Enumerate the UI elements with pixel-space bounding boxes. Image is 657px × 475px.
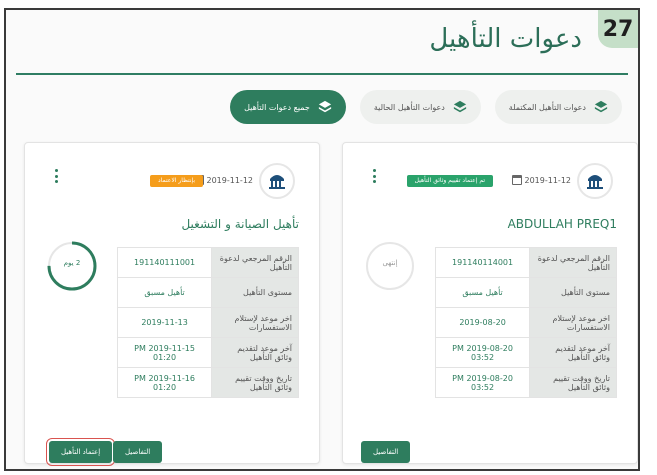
details-button[interactable]: التفاصيل bbox=[113, 441, 163, 463]
approve-qualification-button[interactable]: إعتماد التأهيل bbox=[45, 438, 116, 466]
row-label: مستوى التأهيل bbox=[211, 277, 299, 308]
row-label: الرقم المرجعي لدعوة التأهيل bbox=[529, 247, 617, 278]
table-row: مستوى التأهيل تأهيل مسبق bbox=[116, 277, 299, 308]
table-row: آخر موعد لتقديم وثائق التأهيل 2019-11-15 … bbox=[116, 337, 299, 368]
tab-label: جميع دعوات التأهيل bbox=[244, 102, 310, 112]
row-label: آخر موعد لتقديم وثائق التأهيل bbox=[211, 337, 299, 368]
row-value: 191140114001 bbox=[434, 247, 531, 278]
row-value: 2019-11-13 bbox=[116, 307, 213, 338]
progress-label: 2 يوم bbox=[63, 259, 81, 267]
info-table: الرقم المرجعي لدعوة التأهيل 191140111001 … bbox=[116, 247, 299, 398]
status-badge: بإنتظار الاعتماد bbox=[150, 175, 203, 187]
tab-current-invitations[interactable]: دعوات التأهيل الحالية bbox=[359, 90, 481, 124]
layers-icon bbox=[318, 100, 331, 113]
row-label: آخر موعد لتقديم وثائق التأهيل bbox=[529, 337, 617, 368]
row-label: تاريخ ووقت تقييم وثائق التأهيل bbox=[529, 367, 617, 398]
details-button[interactable]: التفاصيل bbox=[361, 441, 411, 463]
card-title: تأهيل الصيانة و التشغيل bbox=[181, 217, 299, 231]
tab-bar: جميع دعوات التأهيل دعوات التأهيل الحالية… bbox=[230, 90, 622, 124]
row-label: اخر موعد لإستلام الاستفسارات bbox=[211, 307, 299, 338]
calendar-icon bbox=[511, 175, 522, 185]
row-value: 2019-11-16 PM 01:20 bbox=[116, 367, 213, 398]
date-text: 2019-11-12 bbox=[206, 175, 254, 185]
row-label: اخر موعد لإستلام الاستفسارات bbox=[529, 307, 617, 338]
row-label: الرقم المرجعي لدعوة التأهيل bbox=[211, 247, 299, 278]
status-badge: تم إعتماد تقييم وثائق التأهيل bbox=[406, 175, 493, 187]
building-icon bbox=[587, 175, 603, 189]
tab-label: دعوات التأهيل المكتملة bbox=[508, 102, 586, 112]
step-badge: 27 bbox=[598, 10, 638, 48]
avatar bbox=[259, 163, 295, 199]
table-row: آخر موعد لتقديم وثائق التأهيل 2019-08-20 … bbox=[434, 337, 617, 368]
invitation-card: 2019-11-12 بإنتظار الاعتماد تأهيل الصيان… bbox=[24, 142, 320, 466]
row-value: تأهيل مسبق bbox=[434, 277, 531, 308]
title-divider bbox=[16, 73, 628, 75]
row-value: 2019-08-20 bbox=[434, 307, 531, 338]
more-options-icon[interactable] bbox=[373, 169, 377, 183]
row-label: تاريخ ووقت تقييم وثائق التأهيل bbox=[211, 367, 299, 398]
row-value: 2019-08-20 PM 03:52 bbox=[434, 367, 531, 398]
table-row: الرقم المرجعي لدعوة التأهيل 191140111001 bbox=[116, 247, 299, 278]
progress-label: إنتهى bbox=[382, 259, 398, 267]
screen-frame: 27 دعوات التأهيل جميع دعوات التأهيل دعوا… bbox=[4, 8, 640, 471]
invitation-card: 2019-11-12 تم إعتماد تقييم وثائق التأهيل… bbox=[342, 142, 638, 464]
card-date: 2019-11-12 bbox=[511, 175, 572, 185]
layers-icon bbox=[453, 100, 466, 113]
row-label: مستوى التأهيل bbox=[529, 277, 617, 308]
more-options-icon[interactable] bbox=[55, 169, 59, 183]
row-value: 2019-08-20 PM 03:52 bbox=[434, 337, 531, 368]
row-value: 191140111001 bbox=[116, 247, 213, 278]
table-row: مستوى التأهيل تأهيل مسبق bbox=[434, 277, 617, 308]
avatar bbox=[577, 163, 613, 199]
tab-label: دعوات التأهيل الحالية bbox=[373, 102, 445, 112]
tab-completed-invitations[interactable]: دعوات التأهيل المكتملة bbox=[494, 90, 622, 124]
table-row: اخر موعد لإستلام الاستفسارات 2019-08-20 bbox=[434, 307, 617, 338]
layers-icon bbox=[594, 100, 608, 113]
tab-all-invitations[interactable]: جميع دعوات التأهيل bbox=[230, 90, 346, 124]
row-value: 2019-11-15 PM 01:20 bbox=[116, 337, 213, 368]
row-value: تأهيل مسبق bbox=[116, 277, 213, 308]
progress-ring: 2 يوم bbox=[45, 239, 99, 293]
table-row: تاريخ ووقت تقييم وثائق التأهيل 2019-08-20… bbox=[434, 367, 617, 398]
info-table: الرقم المرجعي لدعوة التأهيل 191140114001 … bbox=[434, 247, 617, 398]
card-title: ABDULLAH PREQ1 bbox=[507, 217, 617, 231]
page-title: دعوات التأهيل bbox=[429, 24, 582, 54]
building-icon bbox=[269, 175, 285, 189]
table-row: اخر موعد لإستلام الاستفسارات 2019-11-13 bbox=[116, 307, 299, 338]
date-text: 2019-11-12 bbox=[524, 175, 572, 185]
table-row: تاريخ ووقت تقييم وثائق التأهيل 2019-11-16… bbox=[116, 367, 299, 398]
progress-ring: إنتهى bbox=[363, 239, 417, 293]
table-row: الرقم المرجعي لدعوة التأهيل 191140114001 bbox=[434, 247, 617, 278]
